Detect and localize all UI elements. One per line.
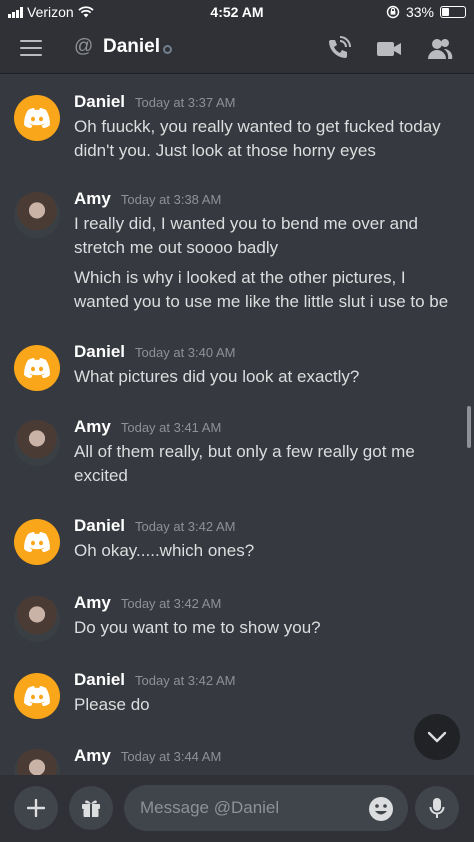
- user-photo-avatar[interactable]: [14, 749, 60, 775]
- message-text: Which is why i looked at the other pictu…: [74, 268, 406, 287]
- message-text: Do you want to me to show you?: [74, 618, 321, 637]
- jump-to-bottom-button[interactable]: [414, 714, 460, 760]
- user-photo-avatar[interactable]: [14, 596, 60, 642]
- page-title[interactable]: Daniel: [103, 36, 160, 58]
- message-text: didn't you. Just look at those horny eye…: [74, 141, 376, 160]
- channel-header: @ Daniel: [0, 24, 474, 74]
- message-text: I really did, I wanted you to bend me ov…: [74, 214, 418, 233]
- timestamp: Today at 3:44 AM: [120, 749, 222, 764]
- message-text: wanted you to use me like the little slu…: [74, 292, 449, 311]
- offline-status-icon: [163, 45, 172, 54]
- author-name[interactable]: Amy: [74, 417, 111, 437]
- message-text: Oh fuuckk, you really wanted to get fuck…: [74, 117, 441, 136]
- timestamp: Today at 3:40 AM: [135, 345, 236, 360]
- timestamp: Today at 3:42 AM: [120, 596, 222, 611]
- author-name[interactable]: Amy: [74, 746, 111, 766]
- voice-message-button[interactable]: [415, 786, 459, 830]
- message-text: All of them really, but only a few reall…: [74, 442, 415, 461]
- voice-call-icon[interactable]: [325, 36, 351, 62]
- video-call-icon[interactable]: [376, 36, 402, 62]
- discord-logo-icon[interactable]: [14, 519, 60, 565]
- add-attachment-button[interactable]: [14, 786, 58, 830]
- timestamp: Today at 3:41 AM: [120, 420, 222, 435]
- scrollbar[interactable]: [467, 406, 471, 448]
- message-composer: [0, 775, 474, 842]
- timestamp: Today at 3:37 AM: [135, 95, 236, 110]
- chevron-down-icon: [427, 731, 447, 743]
- battery-percent: 33%: [405, 4, 434, 20]
- author-name[interactable]: Amy: [74, 189, 111, 209]
- plus-icon: [27, 799, 45, 817]
- message-list[interactable]: Daniel Today at 3:37 AM Oh fuuckk, you re…: [0, 75, 474, 775]
- battery-icon: [440, 6, 466, 18]
- gift-icon: [82, 800, 100, 817]
- message-text: Please do: [74, 695, 150, 714]
- timestamp: Today at 3:42 AM: [135, 673, 236, 688]
- status-bar: Verizon 4:52 AM 33%: [0, 0, 474, 24]
- author-name[interactable]: Daniel: [74, 92, 125, 112]
- message-text: What pictures did you look at exactly?: [74, 367, 360, 386]
- hamburger-menu-icon[interactable]: [20, 40, 42, 58]
- discord-logo-icon[interactable]: [14, 345, 60, 391]
- timestamp: Today at 3:42 AM: [135, 519, 236, 534]
- orientation-lock-icon: [386, 5, 400, 19]
- user-photo-avatar[interactable]: [14, 420, 60, 466]
- author-name[interactable]: Amy: [74, 593, 111, 613]
- discord-logo-icon[interactable]: [14, 95, 60, 141]
- message-text: stretch me out soooo badly: [74, 238, 279, 257]
- author-name[interactable]: Daniel: [74, 516, 125, 536]
- dm-at-icon: @: [74, 36, 94, 57]
- message-text: excited: [74, 466, 128, 485]
- message-input[interactable]: [124, 785, 408, 831]
- author-name[interactable]: Daniel: [74, 670, 125, 690]
- user-photo-avatar[interactable]: [14, 192, 60, 238]
- discord-logo-icon[interactable]: [14, 673, 60, 719]
- microphone-icon: [429, 798, 445, 818]
- emoji-picker-icon[interactable]: [368, 796, 394, 822]
- timestamp: Today at 3:38 AM: [120, 192, 222, 207]
- members-icon[interactable]: [427, 36, 453, 62]
- author-name[interactable]: Daniel: [74, 342, 125, 362]
- gift-button[interactable]: [69, 786, 113, 830]
- message-text: Oh okay.....which ones?: [74, 541, 255, 560]
